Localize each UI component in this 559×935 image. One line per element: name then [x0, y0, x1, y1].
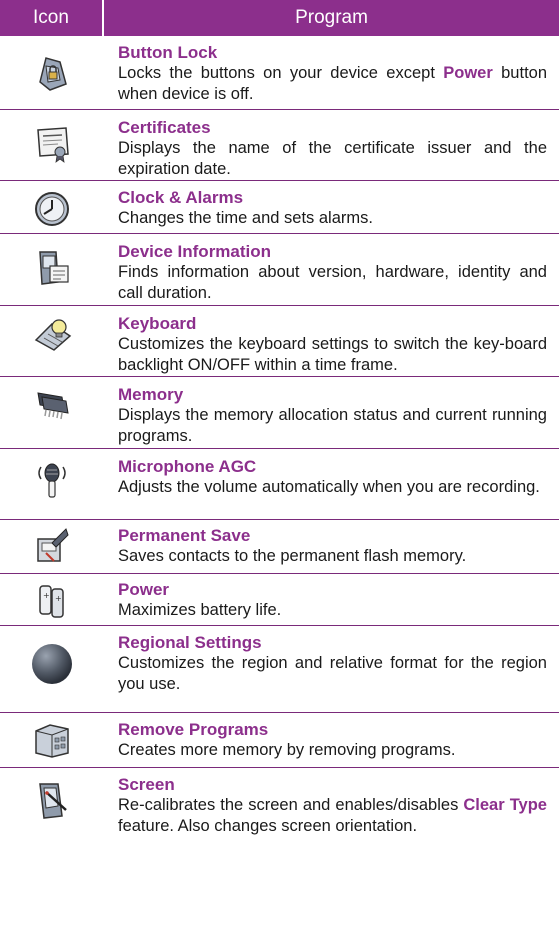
row-description: Customizes the region and relative forma… [118, 654, 547, 693]
row-title: Device Information [118, 242, 272, 261]
row-description: Locks the buttons on your device except … [118, 64, 548, 103]
device-information-icon [39, 251, 69, 285]
table-row-screen: Screen Re-calibrates the screen and enab… [0, 768, 559, 858]
svg-text:+: + [55, 594, 62, 603]
memory-chip-icon [37, 392, 69, 420]
table-row-regional-settings: Regional Settings Customizes the region … [0, 626, 559, 713]
svg-text:+: + [43, 591, 50, 600]
keyboard-icon [34, 319, 72, 351]
table-row-remove-programs: Remove Programs Creates more memory by r… [0, 713, 559, 768]
row-description: Adjusts the volume automatically when yo… [118, 478, 540, 496]
row-title: Keyboard [118, 314, 197, 333]
row-text: Permanent Save Saves contacts to the per… [118, 526, 547, 567]
programs-table: Icon Program Button Lock Locks the butto… [0, 0, 559, 835]
table-row-button-lock: Button Lock Locks the buttons on your de… [0, 36, 559, 110]
table-header: Icon Program [0, 0, 559, 36]
battery-icon: + + [39, 585, 64, 618]
table-row-microphone-agc: Microphone AGC Adjusts the volume automa… [0, 449, 559, 520]
row-title: Screen [118, 775, 175, 794]
header-program-column: Program [104, 0, 559, 36]
table-row-memory: Memory Displays the memory allocation st… [0, 377, 559, 449]
row-title: Certificates [118, 118, 211, 137]
row-description: Displays the name of the certificate iss… [118, 139, 547, 178]
row-title: Regional Settings [118, 633, 262, 652]
row-title: Remove Programs [118, 720, 269, 739]
row-title: Memory [118, 385, 184, 404]
row-text: Screen Re-calibrates the screen and enab… [118, 775, 547, 837]
row-description: Displays the memory allocation status an… [118, 406, 547, 445]
row-text: Clock & Alarms Changes the time and sets… [118, 188, 547, 229]
remove-programs-icon [35, 724, 69, 758]
power-highlight: Power [443, 64, 493, 82]
row-text: Device Information Finds information abo… [118, 242, 547, 304]
row-title: Clock & Alarms [118, 188, 244, 207]
table-row-permanent-save: Permanent Save Saves contacts to the per… [0, 520, 559, 574]
clear-type-highlight: Clear Type [463, 796, 547, 814]
row-text: Microphone AGC Adjusts the volume automa… [118, 457, 547, 498]
header-icon-column: Icon [0, 0, 102, 36]
table-row-device-information: Device Information Finds information abo… [0, 234, 559, 306]
globe-icon [32, 644, 72, 684]
row-description: Re-calibrates the screen and enables/dis… [118, 796, 547, 835]
row-description: Maximizes battery life. [118, 601, 282, 619]
row-text: Power Maximizes battery life. [118, 580, 547, 621]
table-row-power: + + Power Maximizes battery life. [0, 574, 559, 626]
row-text: Keyboard Customizes the keyboard setting… [118, 314, 547, 376]
clock-icon [35, 192, 69, 226]
row-text: Regional Settings Customizes the region … [118, 633, 547, 695]
row-description: Changes the time and sets alarms. [118, 209, 373, 227]
row-description: Saves contacts to the permanent flash me… [118, 547, 467, 565]
row-text: Button Lock Locks the buttons on your de… [118, 43, 547, 105]
row-title: Button Lock [118, 43, 218, 62]
table-row-clock-alarms: Clock & Alarms Changes the time and sets… [0, 181, 559, 234]
microphone-icon [38, 463, 66, 498]
row-title: Power [118, 580, 170, 599]
row-text: Remove Programs Creates more memory by r… [118, 720, 547, 761]
permanent-save-icon [37, 528, 69, 562]
certificates-icon [37, 127, 69, 163]
screen-icon [39, 783, 67, 819]
row-description: Customizes the keyboard settings to swit… [118, 335, 547, 374]
row-title: Microphone AGC [118, 457, 257, 476]
row-text: Memory Displays the memory allocation st… [118, 385, 547, 447]
row-title: Permanent Save [118, 526, 251, 545]
table-row-certificates: Certificates Displays the name of the ce… [0, 110, 559, 181]
table-row-keyboard: Keyboard Customizes the keyboard setting… [0, 306, 559, 377]
row-text: Certificates Displays the name of the ce… [118, 118, 547, 180]
button-lock-icon [39, 57, 67, 91]
row-description: Creates more memory by removing programs… [118, 741, 456, 759]
row-description: Finds information about version, hardwar… [118, 263, 547, 302]
